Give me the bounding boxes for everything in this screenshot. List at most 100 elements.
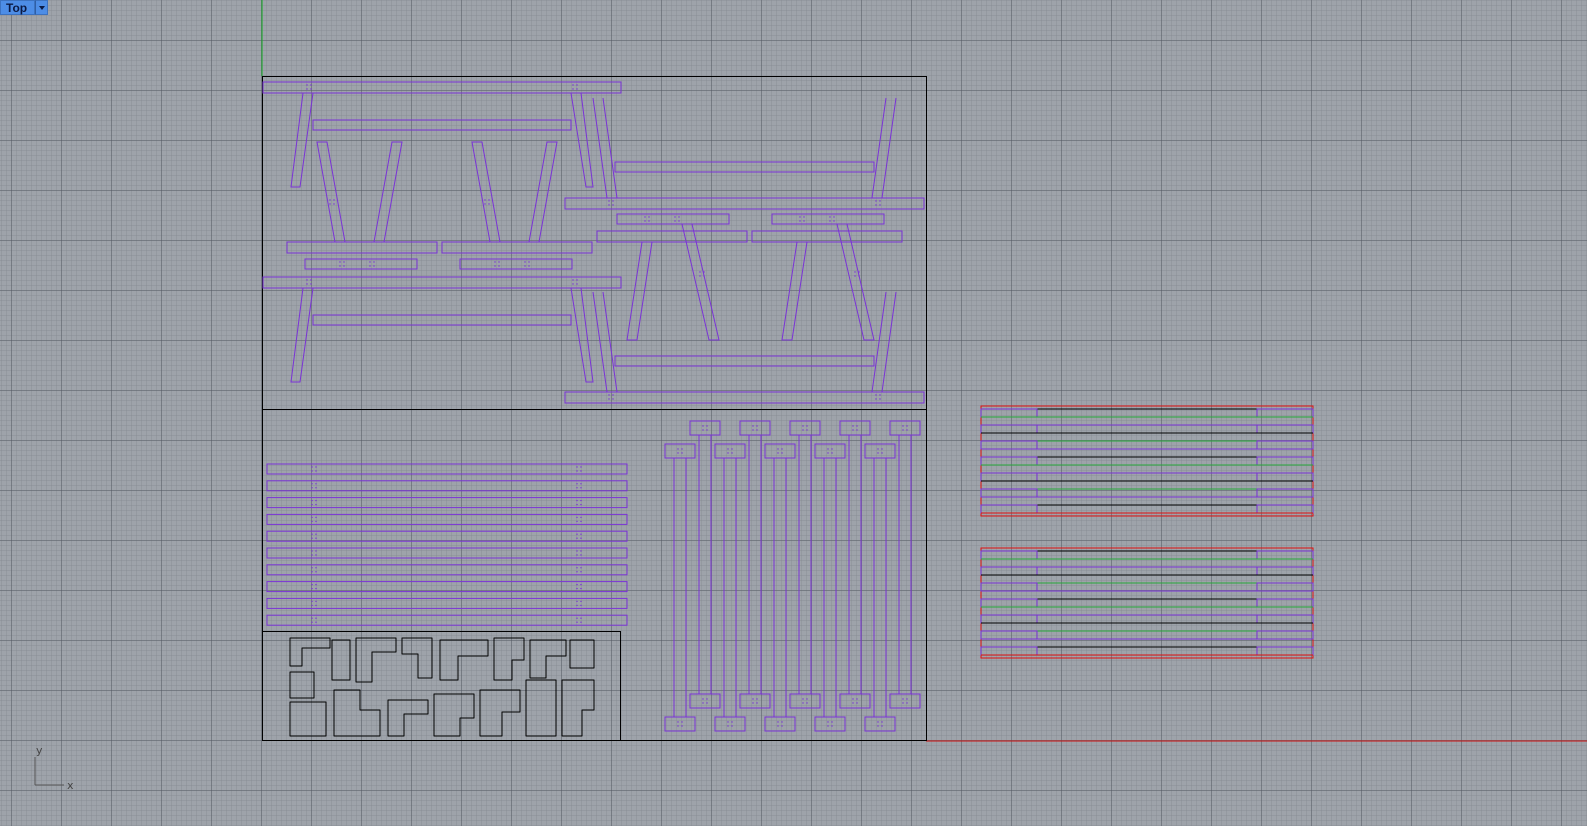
bolt-hole	[315, 537, 317, 539]
puzzle-piece	[439, 639, 489, 681]
slat-parts	[266, 463, 628, 626]
bolt-hole	[831, 725, 833, 727]
rail-part	[262, 276, 622, 289]
puzzle-piece	[289, 671, 315, 699]
slat-part	[266, 463, 628, 475]
bolt-hole	[806, 425, 808, 427]
bolt-hole	[827, 721, 829, 723]
stock-end-block	[1256, 614, 1314, 624]
bolt-hole	[311, 516, 313, 519]
bolt-hole	[311, 499, 313, 502]
bolt-hole	[608, 394, 610, 396]
brace-part	[528, 141, 558, 243]
axis-gizmo: y x	[34, 744, 74, 792]
bolt-hole	[576, 587, 578, 590]
viewport-canvas[interactable]: y x	[0, 0, 1587, 826]
leg-foot-part	[889, 693, 921, 709]
bolt-hole	[781, 452, 783, 454]
stock-stack-upper	[980, 405, 1314, 517]
bolt-hole	[681, 721, 683, 723]
slat-part	[266, 564, 628, 576]
stock-end-block	[980, 598, 1038, 608]
bolt-hole	[702, 425, 704, 427]
bolt-hole	[576, 537, 578, 539]
puzzle-piece	[331, 639, 351, 681]
stock-end-block	[980, 630, 1038, 640]
bolt-hole	[315, 483, 317, 485]
bolt-hole	[315, 470, 317, 472]
bolt-hole	[803, 216, 805, 218]
bolt-hole	[576, 503, 578, 506]
bolt-hole	[877, 725, 879, 727]
bolt-hole	[528, 265, 530, 267]
bolt-hole	[727, 721, 729, 723]
bolt-hole	[315, 487, 317, 489]
foot-part	[286, 241, 438, 254]
slat-part	[266, 581, 628, 593]
bolt-hole	[311, 533, 313, 535]
viewport-tab[interactable]: Top	[0, 0, 49, 15]
bolt-hole	[373, 265, 375, 267]
foot-part	[441, 241, 593, 254]
bolt-hole	[703, 275, 705, 277]
leg-shaft-part	[698, 434, 712, 695]
bolt-hole	[311, 587, 313, 590]
bolt-hole	[879, 204, 881, 206]
bolt-hole	[484, 203, 486, 205]
bolt-hole	[339, 265, 341, 267]
bolt-hole	[373, 261, 375, 263]
bolt-hole	[699, 275, 701, 277]
leg-head-part	[714, 443, 746, 459]
bolt-hole	[315, 567, 317, 569]
bolt-hole	[831, 448, 833, 450]
bolt-hole	[677, 725, 679, 727]
leg-head-part	[789, 420, 821, 436]
dropdown-arrow-icon[interactable]	[35, 0, 49, 15]
rail-part	[312, 314, 572, 326]
bolt-hole	[310, 84, 312, 86]
bolt-hole	[806, 702, 808, 704]
bolt-hole	[580, 503, 582, 506]
bolt-hole	[576, 483, 578, 485]
bolt-hole	[572, 279, 574, 281]
rail-part	[262, 81, 622, 94]
bolt-hole	[311, 604, 313, 607]
frame-leg-part	[290, 287, 314, 383]
bolt-hole	[879, 200, 881, 202]
bolt-hole	[311, 487, 313, 489]
bolt-hole	[315, 520, 317, 523]
bolt-hole	[706, 429, 708, 431]
bolt-hole	[580, 600, 582, 603]
bolt-hole	[727, 448, 729, 450]
foot-part	[304, 258, 418, 270]
puzzle-piece	[493, 637, 525, 681]
bolt-hole	[311, 550, 313, 552]
bolt-hole	[311, 621, 313, 623]
bolt-hole	[881, 725, 883, 727]
bolt-hole	[706, 698, 708, 700]
slat-part	[266, 547, 628, 559]
bolt-hole	[576, 567, 578, 569]
bolt-hole	[310, 279, 312, 281]
leg-foot-part	[864, 716, 896, 732]
leg-shaft-part	[748, 434, 762, 695]
bolt-hole	[310, 88, 312, 90]
bolt-hole	[329, 203, 331, 205]
foot-part	[616, 213, 730, 225]
bolt-hole	[703, 271, 705, 273]
brace-part	[316, 141, 346, 243]
bolt-hole	[580, 537, 582, 539]
stock-end-block	[1256, 472, 1314, 482]
viewport-name-label[interactable]: Top	[0, 0, 36, 15]
rail-part	[564, 197, 925, 210]
stock-end-block	[980, 614, 1038, 624]
bolt-hole	[678, 216, 680, 218]
bolt-hole	[315, 503, 317, 506]
bolt-hole	[731, 721, 733, 723]
bolt-hole	[315, 571, 317, 573]
bolt-hole	[311, 503, 313, 506]
bolt-hole	[580, 483, 582, 485]
slat-part	[266, 480, 628, 492]
bolt-hole	[315, 600, 317, 603]
bolt-hole	[829, 216, 831, 218]
